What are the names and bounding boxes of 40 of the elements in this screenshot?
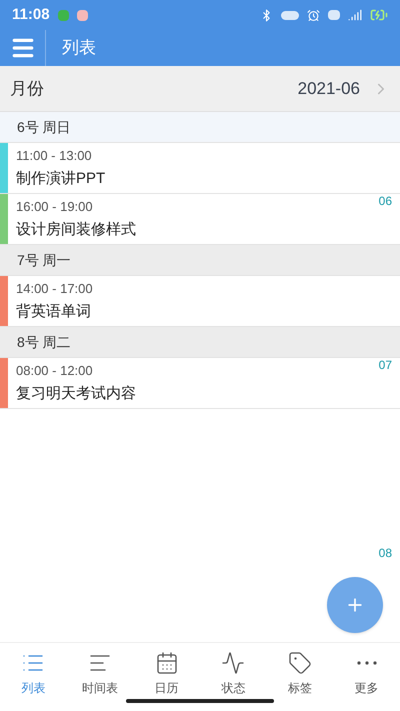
nav-tab[interactable]: 时间表 [66, 643, 134, 711]
signal-icon [348, 8, 362, 22]
event-time: 08:00 - 12:00 [16, 362, 94, 380]
nav-tab[interactable]: 列表 [0, 643, 67, 711]
week-number: 08 [378, 545, 392, 562]
nav-tab[interactable]: 更多 [333, 643, 400, 711]
event-row[interactable]: 08:00 - 12:00 复习明天考试内容 07 [0, 358, 400, 409]
event-time: 16:00 - 19:00 [16, 198, 94, 216]
week-number: 06 [378, 193, 393, 210]
status-time: 11:08 [12, 4, 50, 25]
week-number: 07 [378, 357, 393, 374]
app-notification-icon [58, 10, 69, 20]
event-title: 背英语单词 [16, 302, 92, 322]
day-header: 7号 周一 [0, 245, 400, 276]
event-row[interactable]: 16:00 - 19:00 设计房间装修样式 06 [0, 194, 400, 245]
alarm-icon [307, 8, 320, 22]
add-button[interactable] [327, 577, 383, 633]
event-title: 设计房间装修样式 [16, 220, 137, 240]
nav-tab[interactable]: 标签 [266, 643, 334, 711]
nav-tab[interactable]: 状态 [200, 643, 267, 711]
event-time: 11:00 - 13:00 [16, 147, 93, 165]
event-title: 制作演讲PPT [16, 168, 106, 188]
day-header: 8号 周二 [0, 327, 400, 358]
event-row[interactable]: 14:00 - 17:00 背英语单词 [0, 276, 400, 327]
day-header: 6号 周日 [0, 112, 400, 143]
calendar-notification-icon [76, 10, 88, 20]
month-row[interactable]: 月份 2021-06 [0, 66, 400, 112]
app-bar-title: 列表 [62, 37, 96, 60]
month-value: 2021-06 [298, 78, 360, 100]
nav-tab[interactable]: 日历 [133, 643, 200, 711]
pulse-icon [221, 651, 246, 675]
event-title: 复习明天考试内容 [16, 384, 137, 404]
tag-icon [288, 651, 312, 675]
event-row[interactable]: 11:00 - 13:00 制作演讲PPT [0, 143, 400, 194]
month-label: 月份 [10, 78, 44, 100]
calendar-icon [154, 651, 179, 675]
toggle-icon [281, 10, 299, 20]
more-icon [356, 661, 377, 665]
bluetooth-icon [260, 8, 273, 22]
event-time: 14:00 - 17:00 [16, 280, 94, 298]
